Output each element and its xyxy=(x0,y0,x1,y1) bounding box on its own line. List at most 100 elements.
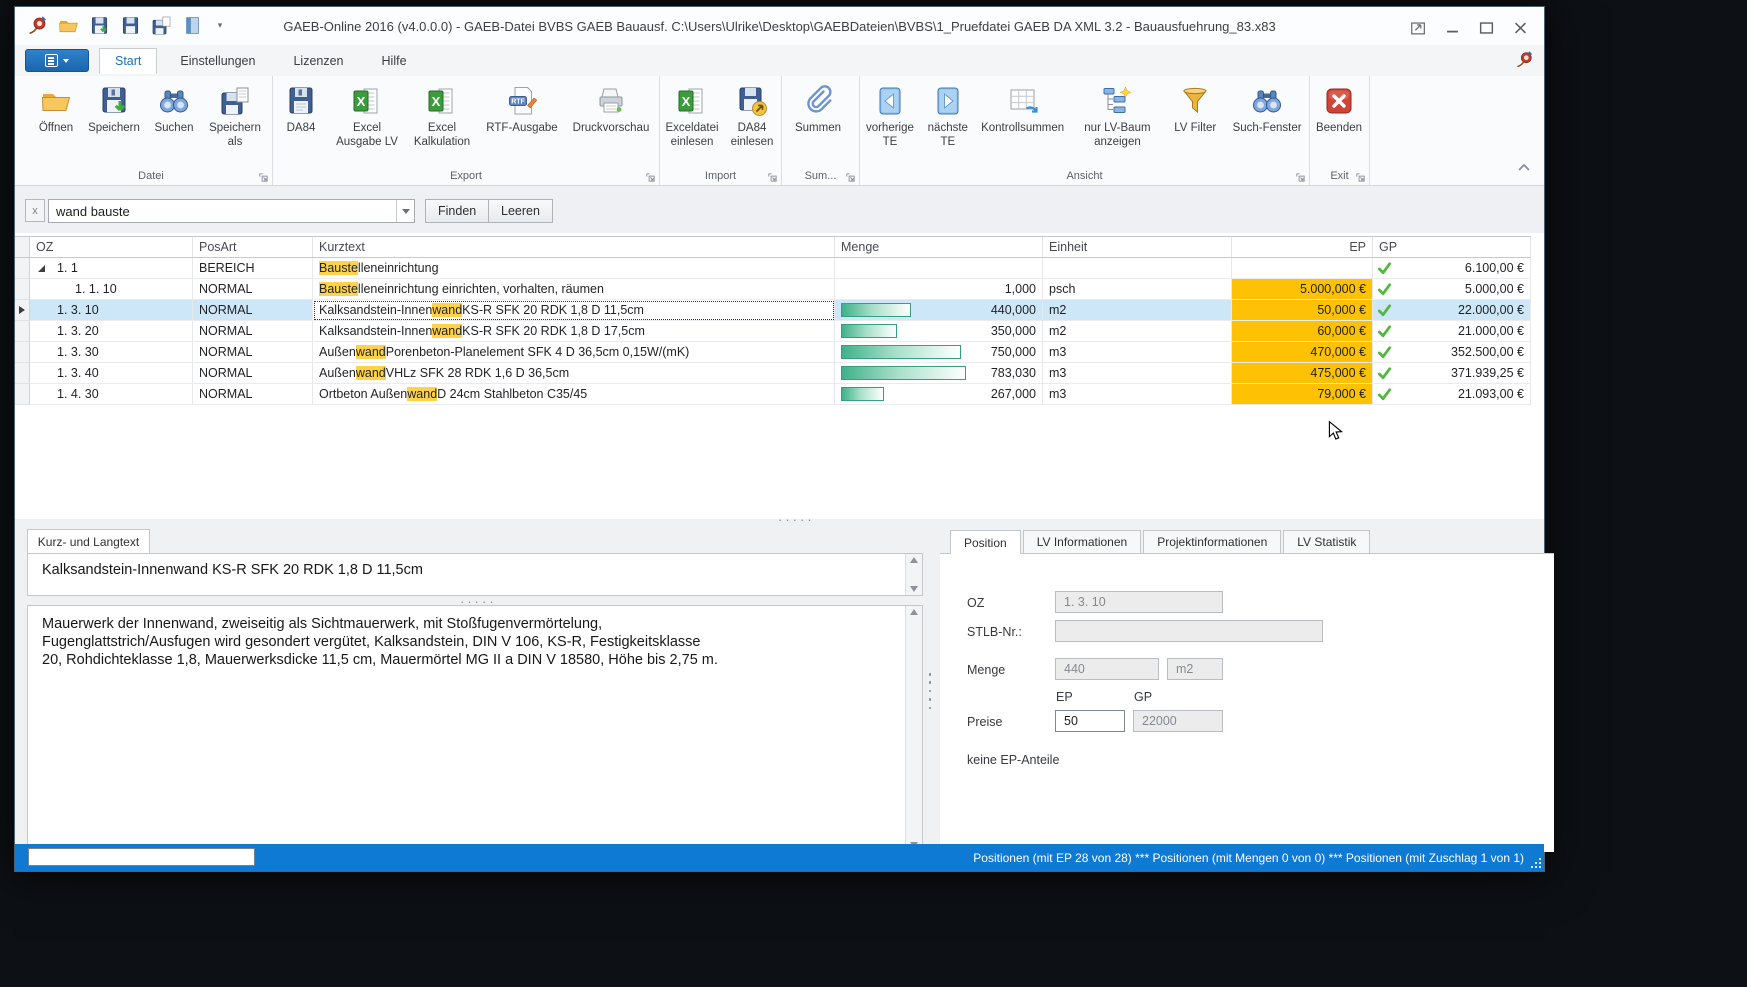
vertical-splitter[interactable] xyxy=(925,673,935,709)
ribbon-button-n-chste-te[interactable]: nächste TE xyxy=(920,83,976,149)
ribbon-button-such-fenster[interactable]: Such-Fenster xyxy=(1225,83,1309,149)
table-row[interactable]: 1. 4. 30NORMALOrtbeton Außenwand D 24cm … xyxy=(15,384,1531,405)
cell-posart[interactable]: NORMAL xyxy=(193,300,313,321)
ep-price-input[interactable] xyxy=(1055,710,1125,732)
dialog-launcher-icon[interactable] xyxy=(845,170,856,181)
ribbon-button-da84[interactable]: DA84 xyxy=(273,83,329,149)
table-row[interactable]: 1. 3. 10NORMALKalksandstein-Innenwand KS… xyxy=(15,300,1531,321)
scroll-down-icon[interactable] xyxy=(910,586,918,592)
cell-ep[interactable]: 475,000 € xyxy=(1232,363,1373,384)
ribbon-button-speichern-als[interactable]: Speichern als xyxy=(202,83,268,149)
search-dropdown-button[interactable] xyxy=(396,200,414,222)
cell-gp[interactable]: 5.000,00 € xyxy=(1373,279,1531,300)
qat-preview-button[interactable] xyxy=(182,15,203,36)
ribbon-button-vorherige-te[interactable]: vorherige TE xyxy=(860,83,920,149)
cell-posart[interactable]: NORMAL xyxy=(193,342,313,363)
cell-einheit[interactable]: psch xyxy=(1043,279,1232,300)
cell-menge[interactable]: 440,000 xyxy=(835,300,1043,321)
scroll-up-icon[interactable] xyxy=(910,609,918,615)
cell-posart[interactable]: NORMAL xyxy=(193,321,313,342)
table-row[interactable]: 1. 1BEREICHBaustelleneinrichtung6.100,00… xyxy=(15,258,1531,279)
table-row[interactable]: 1. 3. 20NORMALKalksandstein-Innenwand KS… xyxy=(15,321,1531,342)
cell-menge[interactable]: 783,030 xyxy=(835,363,1043,384)
column-header-gp[interactable]: GP xyxy=(1373,237,1531,257)
cell-oz[interactable]: 1. 3. 30 xyxy=(30,342,193,363)
cell-oz[interactable]: 1. 3. 40 xyxy=(30,363,193,384)
langtext-box[interactable]: Mauerwerk der Innenwand, zweiseitig als … xyxy=(27,605,923,852)
ribbon-button-excel-kalkulation[interactable]: XExcel Kalkulation xyxy=(405,83,479,149)
kurztext-box[interactable]: Kalksandstein-Innenwand KS-R SFK 20 RDK … xyxy=(27,553,923,596)
column-header-posart[interactable]: PosArt xyxy=(193,237,313,257)
column-header-menge[interactable]: Menge xyxy=(835,237,1043,257)
tab-position[interactable]: Position xyxy=(950,530,1021,554)
status-progress-box[interactable] xyxy=(28,848,255,866)
cell-einheit[interactable] xyxy=(1043,258,1232,279)
tab-hilfe[interactable]: Hilfe xyxy=(367,48,422,74)
cell-menge[interactable] xyxy=(835,258,1043,279)
tab-einstellungen[interactable]: Einstellungen xyxy=(165,48,270,74)
close-button[interactable] xyxy=(1509,19,1532,37)
dialog-launcher-icon[interactable] xyxy=(258,170,269,181)
cell-gp[interactable]: 6.100,00 € xyxy=(1373,258,1531,279)
cell-gp[interactable]: 371.939,25 € xyxy=(1373,363,1531,384)
table-row[interactable]: 1. 1. 10NORMALBaustelleneinrichtung einr… xyxy=(15,279,1531,300)
cell-gp[interactable]: 22.000,00 € xyxy=(1373,300,1531,321)
ribbon-button-speichern[interactable]: Speichern xyxy=(82,83,146,149)
search-close-button[interactable]: x xyxy=(25,199,45,222)
ribbon-button-rtf-ausgabe[interactable]: RTFRTF-Ausgabe xyxy=(479,83,565,149)
ribbon-button-beenden[interactable]: Beenden xyxy=(1310,83,1368,135)
cell-oz[interactable]: 1. 3. 20 xyxy=(30,321,193,342)
minimize-button[interactable] xyxy=(1441,19,1464,37)
cell-oz[interactable]: 1. 3. 10 xyxy=(30,300,193,321)
cell-einheit[interactable]: m3 xyxy=(1043,342,1232,363)
tab-lv-informationen[interactable]: LV Informationen xyxy=(1023,530,1142,553)
dialog-launcher-icon[interactable] xyxy=(1355,170,1366,181)
cell-kurztext[interactable]: Ortbeton Außenwand D 24cm Stahlbeton C35… xyxy=(313,384,835,405)
cell-ep[interactable]: 470,000 € xyxy=(1232,342,1373,363)
cell-posart[interactable]: NORMAL xyxy=(193,363,313,384)
dialog-launcher-icon[interactable] xyxy=(645,170,656,181)
application-menu-button[interactable] xyxy=(25,49,89,72)
cell-kurztext[interactable]: Außenwand VHLz SFK 28 RDK 1,6 D 36,5cm xyxy=(313,363,835,384)
table-row[interactable]: 1. 3. 30NORMALAußenwand Porenbeton-Plane… xyxy=(15,342,1531,363)
tab-start[interactable]: Start xyxy=(99,48,157,74)
ribbon-button-excel-ausgabe-lv[interactable]: XExcel Ausgabe LV xyxy=(329,83,405,149)
qat-open-button[interactable] xyxy=(58,15,79,36)
qat-save-as-button[interactable] xyxy=(151,15,172,36)
find-button[interactable]: Finden xyxy=(425,199,489,223)
cell-posart[interactable]: BEREICH xyxy=(193,258,313,279)
kurztext-scrollbar[interactable] xyxy=(905,554,922,595)
window-expand-button[interactable] xyxy=(1407,19,1430,37)
ribbon-button-lv-filter[interactable]: LV Filter xyxy=(1165,83,1225,149)
tab-lizenzen[interactable]: Lizenzen xyxy=(278,48,358,74)
cell-menge[interactable]: 267,000 xyxy=(835,384,1043,405)
ribbon-button-druckvorschau[interactable]: Druckvorschau xyxy=(565,83,657,149)
cell-posart[interactable]: NORMAL xyxy=(193,279,313,300)
cell-menge[interactable]: 750,000 xyxy=(835,342,1043,363)
ribbon-button-ffnen[interactable]: Öffnen xyxy=(30,83,82,149)
column-header-einheit[interactable]: Einheit xyxy=(1043,237,1232,257)
ribbon-button-summen[interactable]: Summen xyxy=(782,83,854,135)
table-row[interactable]: 1. 3. 40NORMALAußenwand VHLz SFK 28 RDK … xyxy=(15,363,1531,384)
cell-kurztext[interactable]: Außenwand Porenbeton-Planelement SFK 4 D… xyxy=(313,342,835,363)
cell-kurztext[interactable]: Baustelleneinrichtung xyxy=(313,258,835,279)
cell-ep[interactable]: 60,000 € xyxy=(1232,321,1373,342)
cell-ep[interactable] xyxy=(1232,258,1373,279)
cell-posart[interactable]: NORMAL xyxy=(193,384,313,405)
ribbon-button-kontrollsummen[interactable]: Kontrollsummen xyxy=(976,83,1070,149)
cell-ep[interactable]: 79,000 € xyxy=(1232,384,1373,405)
dialog-launcher-icon[interactable] xyxy=(1295,170,1306,181)
cell-menge[interactable]: 350,000 xyxy=(835,321,1043,342)
maximize-button[interactable] xyxy=(1475,19,1498,37)
dialog-launcher-icon[interactable] xyxy=(767,170,778,181)
cell-menge[interactable]: 1,000 xyxy=(835,279,1043,300)
qat-save-blue-button[interactable] xyxy=(120,15,141,36)
cell-einheit[interactable]: m2 xyxy=(1043,300,1232,321)
cell-kurztext[interactable]: Baustelleneinrichtung einrichten, vorhal… xyxy=(313,279,835,300)
search-input[interactable] xyxy=(49,200,396,222)
cell-kurztext[interactable]: Kalksandstein-Innenwand KS-R SFK 20 RDK … xyxy=(313,321,835,342)
tree-expander-icon[interactable] xyxy=(38,265,45,272)
resize-grip[interactable] xyxy=(1529,856,1541,868)
cell-einheit[interactable]: m2 xyxy=(1043,321,1232,342)
qat-overflow-button[interactable]: ▾ xyxy=(213,19,227,33)
